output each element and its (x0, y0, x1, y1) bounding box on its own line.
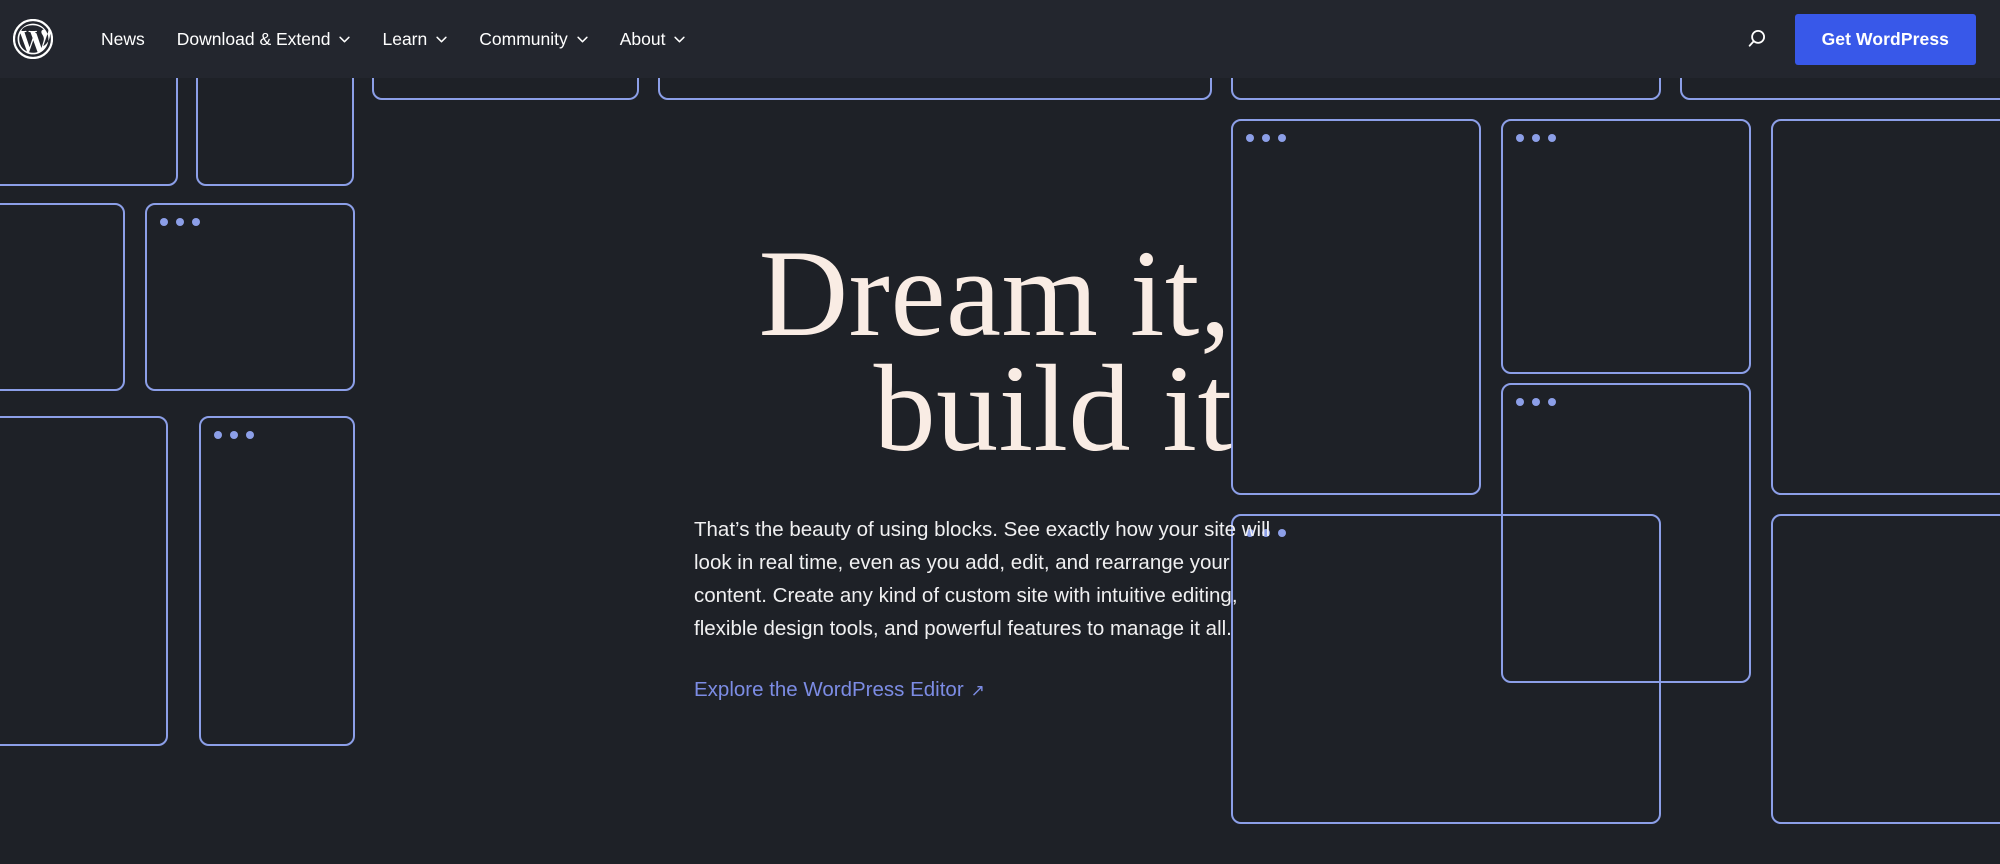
external-link-arrow-icon: ↗ (970, 681, 985, 701)
nav-item-label: Community (479, 28, 568, 49)
chevron-down-icon (674, 34, 686, 45)
explore-editor-label: Explore the WordPress Editor (694, 678, 964, 702)
wordpress-logo-icon[interactable] (10, 16, 56, 62)
main-navigation: News Download & Extend Learn Community A… (85, 23, 701, 56)
wordpress-homepage: News Download & Extend Learn Community A… (0, 0, 2000, 864)
hero-title-line-2: build it (873, 340, 1233, 478)
page-title: Dream it, build it (694, 225, 1306, 478)
hero-section: Dream it, build it That’s the beauty of … (0, 78, 2000, 864)
explore-editor-link[interactable]: Explore the WordPress Editor ↗ (694, 675, 985, 706)
nav-item-news[interactable]: News (85, 23, 161, 56)
nav-item-learn[interactable]: Learn (366, 23, 463, 56)
nav-item-label: Learn (382, 28, 428, 49)
nav-item-about[interactable]: About (604, 23, 702, 56)
chevron-down-icon (436, 34, 447, 45)
hero-content: Dream it, build it That’s the beauty of … (694, 225, 1306, 864)
get-wordpress-button[interactable]: Get WordPress (1794, 13, 1976, 65)
nav-item-label: News (101, 28, 145, 49)
search-icon[interactable] (1733, 15, 1781, 63)
nav-item-community[interactable]: Community (463, 23, 604, 56)
hero-title-line-1: Dream it, (758, 225, 1232, 362)
site-header: News Download & Extend Learn Community A… (0, 0, 2000, 78)
nav-item-download-extend[interactable]: Download & Extend (161, 23, 367, 56)
chevron-down-icon (577, 34, 588, 45)
nav-item-label: About (619, 28, 666, 49)
chevron-down-icon (339, 34, 351, 45)
hero-description: That’s the beauty of using blocks. See e… (694, 517, 1271, 641)
header-actions: Get WordPress (1733, 13, 1976, 65)
nav-item-label: Download & Extend (176, 28, 331, 49)
